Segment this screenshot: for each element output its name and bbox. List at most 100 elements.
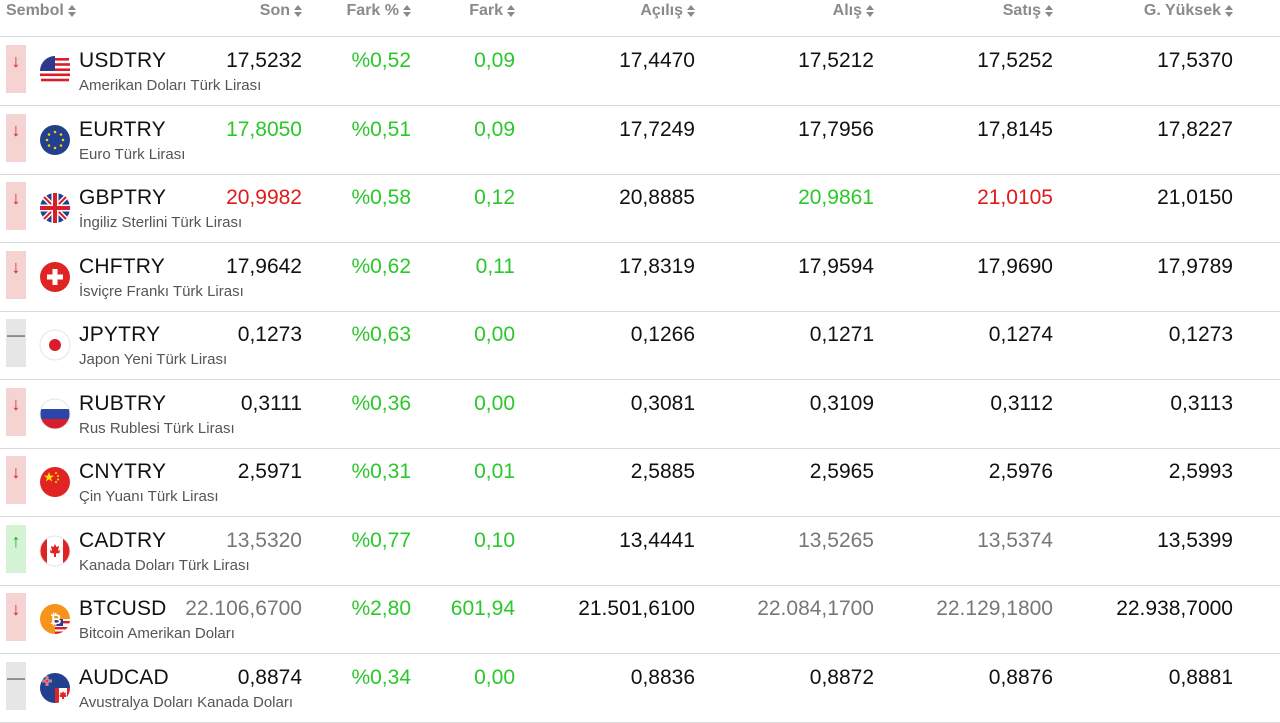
table-row[interactable]: ↓ ₿ BTCUSD Bitcoin Amerikan Doları 22.106,67… [0,585,1280,654]
fark-value: 0,11 [475,254,515,278]
fark-yuzde-value: %2,80 [351,597,411,620]
column-header-label: G. Yüksek [1143,2,1221,19]
trend-flat-indicator: — [6,661,26,710]
symbol-code[interactable]: EURTRY [79,118,166,142]
fark-value: 0,00 [474,323,515,346]
table-row[interactable]: ↓ RUBTRY Rus Rublesi Türk Lirası 0,3111 %0,3… [0,380,1280,449]
fark-value: 0,00 [474,665,515,689]
table-row[interactable]: — AUDCAD Avustralya Doları Kanada Doları 0,… [0,654,1280,723]
gunluk-yuksek-value: 0,1273 [1168,323,1233,346]
column-header-label: Satış [1002,2,1041,19]
column-header-fark[interactable]: Fark [469,0,515,22]
symbol-code[interactable]: RUBTRY [79,392,166,416]
symbol-description: Çin Yuanı Türk Lirası [79,488,219,505]
symbol-code[interactable]: JPYTRY [79,323,160,347]
trend-up-indicator: ↑ [6,524,26,573]
column-header-fark-yuzde[interactable]: Fark % [347,0,411,22]
uk-flag-icon [40,193,70,223]
column-header-son[interactable]: Son [260,0,302,22]
trend-down-indicator: ↓ [6,45,26,93]
bitcoin-flag-icon: ₿ [40,604,70,634]
gunluk-yuksek-value: 21,0150 [1157,186,1233,209]
son-value: 0,8874 [237,665,302,689]
fark-value: 0,09 [474,49,515,72]
sort-icon [403,4,411,18]
arrow-down-icon: ↓ [11,51,21,71]
gunluk-yuksek-value: 17,5370 [1157,49,1233,72]
china-flag-icon [40,467,70,497]
fark-yuzde-value: %0,34 [351,665,411,689]
column-header-acilis[interactable]: Açılış [640,0,695,22]
arrow-up-icon: ↑ [11,530,21,551]
satis-value: 21,0105 [977,186,1053,209]
son-value: 0,1273 [237,323,302,346]
column-header-label: Alış [832,2,862,19]
dash-icon: — [7,667,25,688]
symbol-code[interactable]: CADTRY [79,529,166,553]
alis-value: 20,9861 [798,186,874,209]
satis-value: 17,9690 [977,254,1053,278]
alis-value: 17,9594 [798,254,874,278]
column-header-label: Fark [469,2,503,19]
trend-down-indicator: ↓ [6,387,26,436]
table-row[interactable]: ↓ USDTRY Amerikan Doları Türk Lirası 17,523… [0,37,1280,106]
table-row[interactable]: ↓ CNYTRY Çin Yuanı Türk Lirası 2,5971 %0,31 0… [0,448,1280,517]
acilis-value: 2,5885 [630,460,695,483]
son-value: 20,9982 [226,186,302,209]
son-value: 13,5320 [226,528,302,552]
svg-text:₿: ₿ [50,612,61,628]
table-row[interactable]: ↓ GBPTRY İngiliz Sterlini Türk Lirası 20,99… [0,174,1280,243]
symbol-code[interactable]: CNYTRY [79,460,166,484]
swiss-flag-icon [40,261,70,292]
column-header-satis[interactable]: Satış [1003,0,1053,22]
acilis-value: 0,3081 [630,391,695,415]
alis-value: 0,3109 [809,391,874,415]
fark-value: 0,09 [474,117,515,141]
symbol-code[interactable]: GBPTRY [79,186,166,210]
son-value: 17,5232 [226,49,302,72]
gunluk-yuksek-value: 2,5993 [1168,460,1233,483]
son-value: 22.106,6700 [185,597,302,620]
column-header-label: Açılış [640,2,683,19]
fark-value: 0,00 [474,391,515,415]
fark-yuzde-value: %0,63 [351,323,411,346]
column-header-sembol[interactable]: Sembol [6,0,76,22]
table-row[interactable]: ↓ EURTRY Euro Türk Lirası 17,8050 %0,51 0,09 1… [0,106,1280,175]
fark-value: 0,10 [474,528,515,552]
column-header-alis[interactable]: Alış [833,0,874,22]
table-row[interactable]: ↑ CADTRY Kanada Doları Türk Lirası 13,5320%… [0,517,1280,586]
acilis-value: 13,4441 [619,528,695,552]
russia-flag-icon [39,398,71,429]
table-row[interactable]: — JPYTRY Japon Yeni Türk Lirası 0,1273 %0,63… [0,311,1280,380]
eu-flag-icon [40,124,70,155]
symbol-description: Japon Yeni Türk Lirası [79,351,228,368]
fark-yuzde-value: %0,36 [351,391,411,415]
trend-down-indicator: ↓ [6,182,26,230]
acilis-value: 17,4470 [619,49,695,72]
acilis-value: 0,8836 [630,665,695,689]
alis-value: 17,5212 [798,49,874,72]
sort-icon [294,4,302,18]
satis-value: 17,8145 [977,117,1053,141]
column-header-gunluk-yuksek[interactable]: G. Yüksek [1144,0,1233,22]
symbol-description: İngiliz Sterlini Türk Lirası [79,214,243,231]
symbol-code[interactable]: AUDCAD [79,666,169,690]
japan-flag-icon [39,329,71,361]
symbol-description: Avustralya Doları Kanada Doları [79,693,293,711]
son-value: 17,8050 [226,117,302,141]
sort-icon [1225,4,1233,18]
symbol-code[interactable]: USDTRY [79,49,166,73]
symbol-code[interactable]: BTCUSD [79,597,167,621]
fark-yuzde-value: %0,58 [351,186,411,209]
fark-yuzde-value: %0,52 [351,49,411,72]
arrow-down-icon: ↓ [11,188,21,208]
sort-icon [67,4,76,18]
alis-value: 17,7956 [798,117,874,141]
gunluk-yuksek-value: 22.938,7000 [1116,597,1233,620]
symbol-code[interactable]: CHFTRY [79,255,165,279]
acilis-value: 0,1266 [630,323,695,346]
table-row[interactable]: ↓ CHFTRY İsviçre Frankı Türk Lirası 17,9642… [0,243,1280,312]
dash-icon: — [7,325,25,345]
sort-icon [866,4,874,18]
gunluk-yuksek-value: 0,3113 [1170,391,1233,415]
